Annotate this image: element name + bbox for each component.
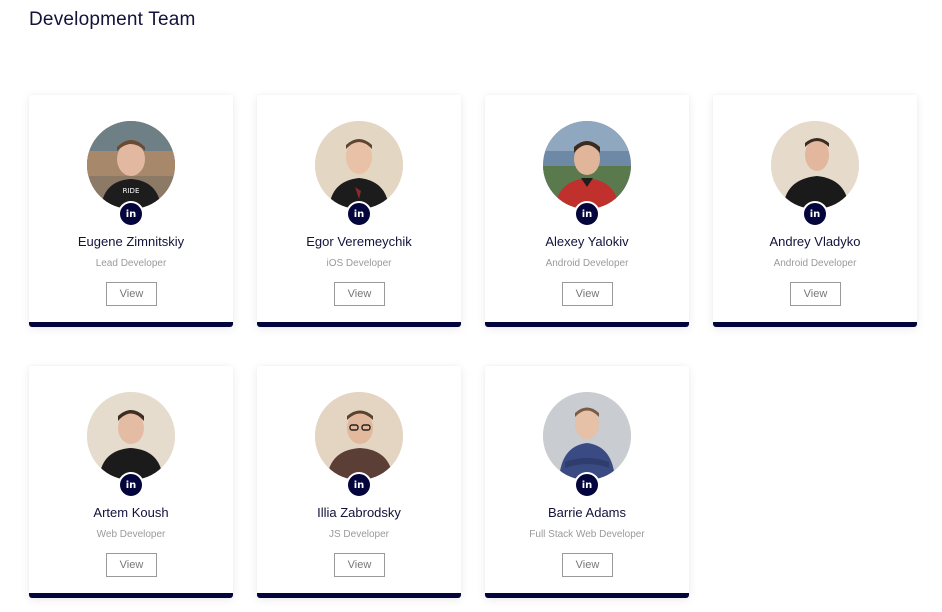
member-role: Android Developer (545, 258, 629, 269)
avatar (315, 392, 403, 480)
svg-text:RIDE: RIDE (123, 187, 140, 195)
avatar (315, 121, 403, 209)
view-button[interactable]: View (334, 282, 385, 306)
avatar-wrap: in (543, 121, 631, 227)
view-button[interactable]: View (562, 553, 613, 577)
member-name: Alexey Yalokiv (545, 234, 629, 249)
avatar-wrap: in (315, 121, 403, 227)
view-button[interactable]: View (790, 282, 841, 306)
team-member-card: in Illia Zabrodsky JS Developer View (257, 366, 461, 598)
avatar: RIDE (87, 121, 175, 209)
member-name: Illia Zabrodsky (317, 505, 401, 520)
member-role: Web Developer (96, 529, 166, 540)
team-member-card: in Alexey Yalokiv Android Developer View (485, 95, 689, 327)
view-button[interactable]: View (562, 282, 613, 306)
view-button[interactable]: View (106, 282, 157, 306)
avatar (543, 121, 631, 209)
member-name: Barrie Adams (547, 505, 627, 520)
linkedin-icon[interactable]: in (346, 472, 372, 498)
member-role: Lead Developer (95, 258, 167, 269)
member-role: Android Developer (773, 258, 857, 269)
avatar-wrap: in (771, 121, 859, 227)
page-title: Development Team (29, 9, 196, 30)
member-role: iOS Developer (326, 258, 392, 269)
member-name: Andrey Vladyko (769, 234, 861, 249)
avatar-wrap: in (543, 392, 631, 498)
linkedin-icon[interactable]: in (574, 201, 600, 227)
linkedin-icon[interactable]: in (802, 201, 828, 227)
team-member-card: RIDE in Eugene Zimnitskiy Lead Developer… (29, 95, 233, 327)
member-role: JS Developer (328, 529, 390, 540)
avatar (771, 121, 859, 209)
linkedin-icon[interactable]: in (346, 201, 372, 227)
team-member-card: in Egor Veremeychik iOS Developer View (257, 95, 461, 327)
member-role: Full Stack Web Developer (529, 529, 645, 540)
avatar (543, 392, 631, 480)
avatar-wrap: RIDE in (87, 121, 175, 227)
avatar-wrap: in (87, 392, 175, 498)
team-grid: RIDE in Eugene Zimnitskiy Lead Developer… (29, 95, 917, 598)
avatar-wrap: in (315, 392, 403, 498)
member-name: Egor Veremeychik (306, 234, 412, 249)
linkedin-icon[interactable]: in (118, 472, 144, 498)
team-member-card: in Andrey Vladyko Android Developer View (713, 95, 917, 327)
team-member-card: in Barrie Adams Full Stack Web Developer… (485, 366, 689, 598)
linkedin-icon[interactable]: in (118, 201, 144, 227)
linkedin-icon[interactable]: in (574, 472, 600, 498)
avatar (87, 392, 175, 480)
member-name: Eugene Zimnitskiy (77, 234, 185, 249)
team-member-card: in Artem Koush Web Developer View (29, 366, 233, 598)
member-name: Artem Koush (93, 505, 169, 520)
view-button[interactable]: View (106, 553, 157, 577)
view-button[interactable]: View (334, 553, 385, 577)
